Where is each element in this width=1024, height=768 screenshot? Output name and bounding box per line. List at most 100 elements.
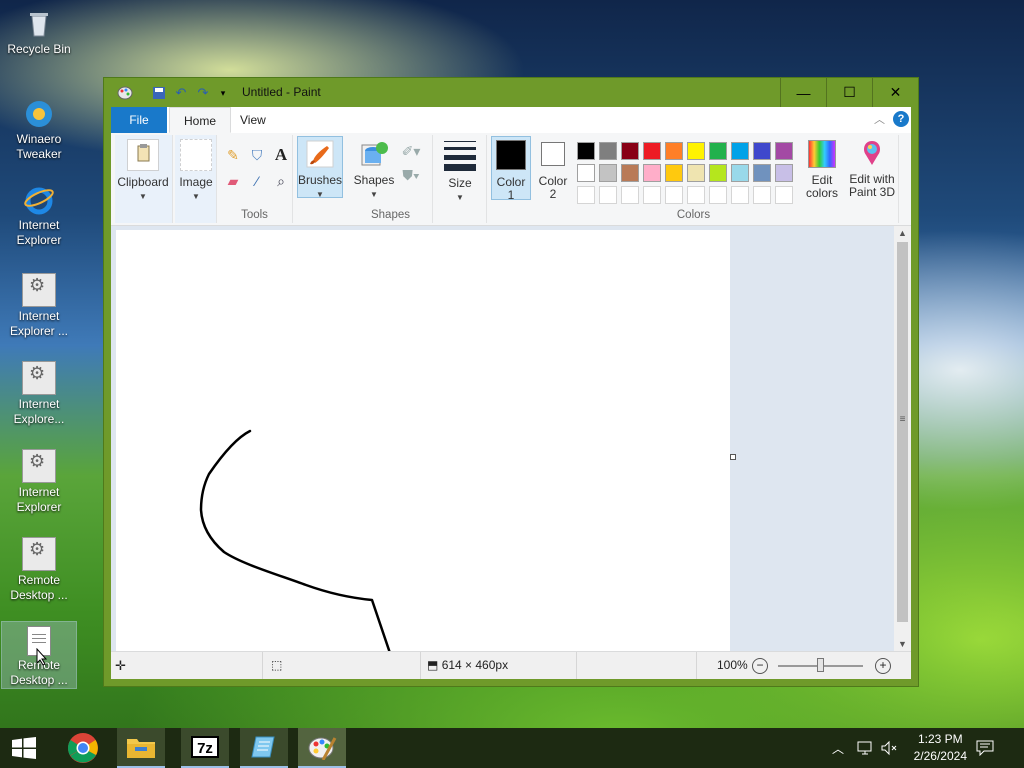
volume-muted-icon[interactable]: [880, 728, 898, 768]
clipboard-icon: [127, 139, 159, 171]
action-center-icon[interactable]: [976, 728, 994, 768]
minimize-button[interactable]: —: [780, 78, 826, 107]
edit-colors-button[interactable]: Edit colors: [799, 137, 845, 200]
color-swatch[interactable]: [731, 142, 749, 160]
fill-bucket-icon[interactable]: ⛉: [247, 145, 267, 165]
network-icon[interactable]: [856, 728, 874, 768]
gear-icon: [22, 449, 56, 483]
paint-app-icon[interactable]: [116, 84, 134, 102]
desktop-icon-internet-explorer[interactable]: Internet Explorer: [2, 184, 76, 248]
paint-taskbar-button[interactable]: [298, 728, 346, 768]
resize-handle-right[interactable]: [730, 454, 736, 460]
clock[interactable]: 1:23 PM 2/26/2024: [914, 731, 967, 765]
color-swatch[interactable]: [665, 164, 683, 182]
drawing-canvas[interactable]: [116, 230, 730, 659]
eraser-icon[interactable]: ▰: [223, 171, 243, 191]
selection-icon: ⬚: [271, 658, 283, 672]
save-icon[interactable]: [150, 84, 168, 102]
color-swatch[interactable]: [709, 164, 727, 182]
edit-colors-label-1: Edit: [811, 173, 833, 187]
undo-icon[interactable]: ↶: [172, 84, 190, 102]
customize-quick-access-icon[interactable]: ▾: [214, 84, 232, 102]
size-button[interactable]: Size ▼: [437, 137, 483, 204]
desktop-icon-internet-explorer-shortcut-2[interactable]: Internet Explore...: [2, 361, 76, 427]
custom-color-slot[interactable]: [753, 186, 771, 204]
help-icon[interactable]: ?: [893, 111, 909, 127]
desktop-icon-recycle-bin[interactable]: Recycle Bin: [2, 8, 76, 57]
image-button[interactable]: Image ▼: [175, 137, 217, 203]
color-swatch[interactable]: [643, 142, 661, 160]
scroll-down-icon[interactable]: ▼: [894, 637, 911, 652]
zoom-slider-thumb[interactable]: [817, 658, 824, 672]
text-icon[interactable]: A: [271, 145, 291, 165]
color-swatch[interactable]: [599, 142, 617, 160]
color-swatch[interactable]: [621, 164, 639, 182]
desktop-icon-label: Remote Desktop ...: [10, 573, 68, 602]
show-hidden-icons-button[interactable]: ︿: [832, 728, 844, 768]
outline-icon[interactable]: ✐▾: [401, 141, 421, 161]
selection-size: ⬚: [263, 652, 421, 679]
start-button[interactable]: [0, 728, 48, 768]
custom-color-slot[interactable]: [643, 186, 661, 204]
custom-color-slot[interactable]: [621, 186, 639, 204]
color-swatch[interactable]: [621, 142, 639, 160]
custom-color-slot[interactable]: [687, 186, 705, 204]
custom-color-slot[interactable]: [775, 186, 793, 204]
tab-file[interactable]: File: [111, 107, 167, 133]
notepad-taskbar-button[interactable]: [240, 728, 288, 768]
custom-color-slot[interactable]: [665, 186, 683, 204]
vertical-scrollbar[interactable]: ▲ ≡ ▼: [894, 226, 911, 652]
7zip-taskbar-button[interactable]: 7z: [181, 728, 229, 768]
color-swatch[interactable]: [643, 164, 661, 182]
image-group: Image ▼: [175, 135, 217, 223]
color-swatch[interactable]: [709, 142, 727, 160]
chrome-taskbar-button[interactable]: [59, 728, 107, 768]
color1-button[interactable]: Color 1: [491, 136, 531, 202]
color-picker-icon[interactable]: ⁄: [247, 171, 267, 191]
tools-group: ✎ ⛉ A ▰ ⁄ ⌕ Tools: [217, 135, 293, 223]
color-swatch[interactable]: [753, 164, 771, 182]
magnifier-icon[interactable]: ⌕: [271, 171, 291, 191]
clipboard-button[interactable]: Clipboard ▼: [115, 137, 171, 203]
desktop-icon-internet-explorer-2[interactable]: Internet Explorer: [2, 449, 76, 515]
edit-with-paint3d-button[interactable]: Edit with Paint 3D: [843, 136, 901, 199]
brushes-button[interactable]: Brushes ▼: [297, 136, 343, 199]
color-swatch[interactable]: [577, 164, 595, 182]
color-swatch[interactable]: [775, 142, 793, 160]
shapes-button[interactable]: Shapes ▼: [351, 137, 397, 201]
custom-color-slot[interactable]: [731, 186, 749, 204]
desktop-icon-winaero-tweaker[interactable]: Winaero Tweaker: [2, 98, 76, 162]
color-swatch[interactable]: [753, 142, 771, 160]
canvas-area: ▲ ≡ ▼: [111, 226, 911, 659]
redo-icon[interactable]: ↷: [194, 84, 212, 102]
collapse-ribbon-icon[interactable]: ︿: [874, 111, 885, 127]
color-swatch[interactable]: [599, 164, 617, 182]
custom-color-slot[interactable]: [599, 186, 617, 204]
color-swatch[interactable]: [775, 164, 793, 182]
maximize-button[interactable]: ☐: [826, 78, 872, 107]
zoom-in-button[interactable]: +: [875, 658, 891, 674]
tab-home[interactable]: Home: [169, 107, 232, 133]
pencil-icon[interactable]: ✎: [223, 145, 243, 165]
fill-icon[interactable]: ⛊▾: [401, 165, 421, 185]
chevron-down-icon: ▼: [370, 190, 378, 199]
title-bar[interactable]: ↶ ↷ ▾ Untitled - Paint — ☐ ✕: [104, 78, 918, 107]
color-swatch[interactable]: [687, 164, 705, 182]
scrollbar-thumb[interactable]: [897, 242, 908, 622]
zoom-out-button[interactable]: −: [752, 658, 768, 674]
desktop-icon-remote-desktop[interactable]: Remote Desktop ...: [2, 537, 76, 603]
edit-colors-icon: [808, 140, 836, 168]
tab-view[interactable]: View: [226, 107, 280, 133]
color-swatch[interactable]: [577, 142, 595, 160]
color-swatch[interactable]: [731, 164, 749, 182]
canvas-size-icon: ⬒: [427, 658, 439, 672]
scroll-up-icon[interactable]: ▲: [894, 226, 911, 241]
color-swatch[interactable]: [665, 142, 683, 160]
file-explorer-taskbar-button[interactable]: [117, 728, 165, 768]
custom-color-slot[interactable]: [709, 186, 727, 204]
close-button[interactable]: ✕: [872, 78, 918, 107]
custom-color-slot[interactable]: [577, 186, 595, 204]
color-swatch[interactable]: [687, 142, 705, 160]
desktop-icon-internet-explorer-shortcut[interactable]: Internet Explorer ...: [2, 273, 76, 339]
color2-button[interactable]: Color 2: [533, 136, 573, 201]
